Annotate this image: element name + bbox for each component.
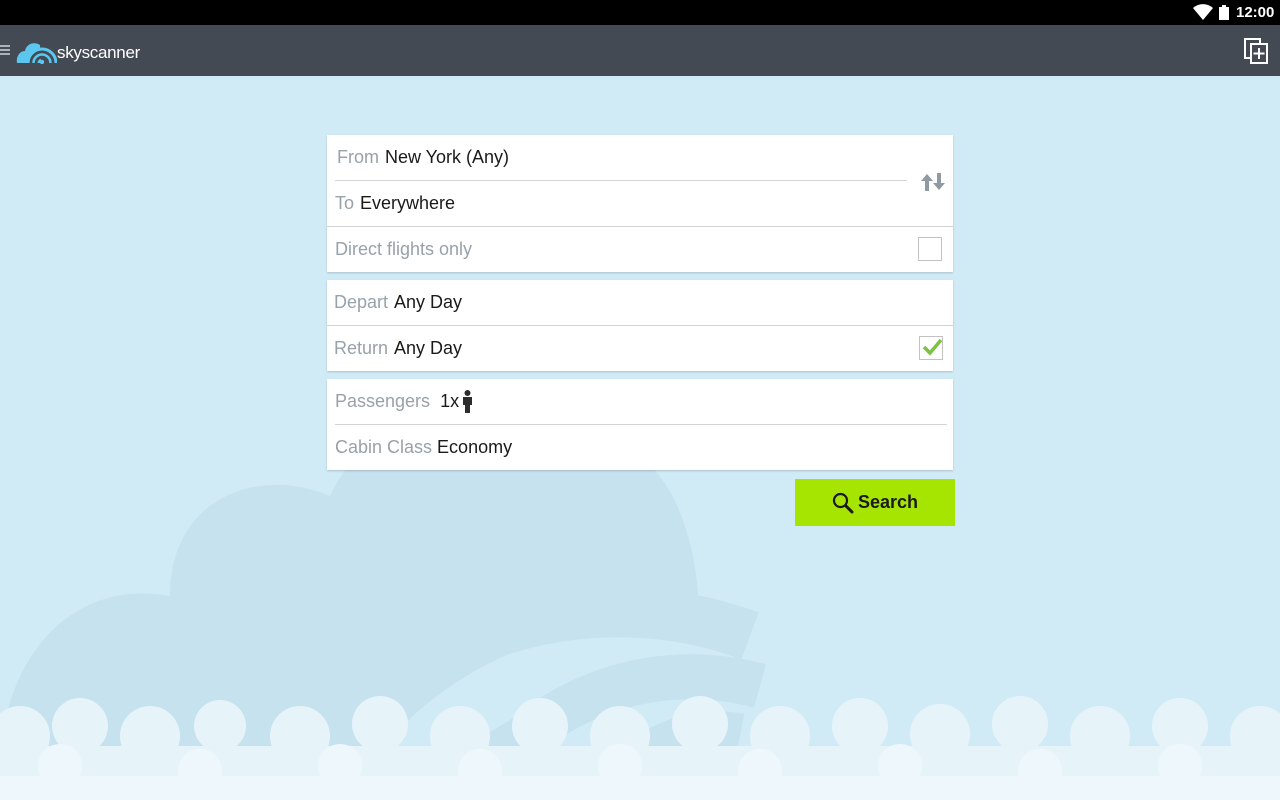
search-button[interactable]: Search	[795, 479, 955, 526]
travellers-card: Passengers 1x Cabin Class Economy	[327, 379, 953, 470]
return-value: Any Day	[394, 338, 463, 358]
wifi-icon	[1193, 4, 1213, 20]
direct-flights-label: Direct flights only	[335, 239, 473, 259]
direct-flights-checkbox[interactable]	[918, 237, 942, 261]
hamburger-menu-icon[interactable]	[0, 44, 10, 56]
from-value: New York (Any)	[385, 147, 510, 167]
person-icon	[463, 389, 473, 413]
skyscanner-cloud-logo-icon	[16, 43, 57, 64]
passengers-field[interactable]: Passengers 1x	[335, 379, 935, 424]
to-value: Everywhere	[360, 193, 456, 213]
direct-flights-row: Direct flights only	[335, 227, 895, 272]
status-bar: 12:00	[0, 0, 1280, 25]
to-label: To	[335, 193, 355, 213]
status-clock: 12:00	[1236, 4, 1275, 21]
checkmark-icon	[922, 338, 943, 356]
depart-value: Any Day	[394, 292, 463, 312]
return-field[interactable]: Return Any Day	[334, 326, 904, 371]
return-label: Return	[334, 338, 389, 358]
route-card: From New York (Any) To Everywhere Direct…	[327, 135, 953, 272]
depart-label: Depart	[334, 292, 389, 312]
add-document-icon[interactable]	[1244, 38, 1268, 64]
dates-card: Depart Any Day Return Any Day	[327, 280, 953, 371]
cabin-class-field[interactable]: Cabin Class Economy	[335, 425, 935, 470]
from-label: From	[337, 147, 379, 167]
swap-arrows-icon[interactable]	[919, 172, 947, 192]
battery-icon	[1219, 5, 1229, 20]
to-field[interactable]: To Everywhere	[335, 181, 915, 226]
passengers-value: 1x	[440, 391, 460, 411]
app-bar: skyscanner	[0, 25, 1280, 76]
search-icon	[832, 492, 854, 513]
brand-name: skyscanner	[57, 43, 140, 62]
from-field[interactable]: From New York (Any)	[337, 135, 917, 180]
return-checkbox[interactable]	[919, 336, 943, 360]
depart-field[interactable]: Depart Any Day	[334, 280, 934, 325]
passengers-label: Passengers	[335, 391, 431, 411]
cabin-class-value: Economy	[437, 437, 513, 457]
cabin-class-label: Cabin Class	[335, 437, 433, 457]
search-button-label: Search	[857, 492, 919, 512]
